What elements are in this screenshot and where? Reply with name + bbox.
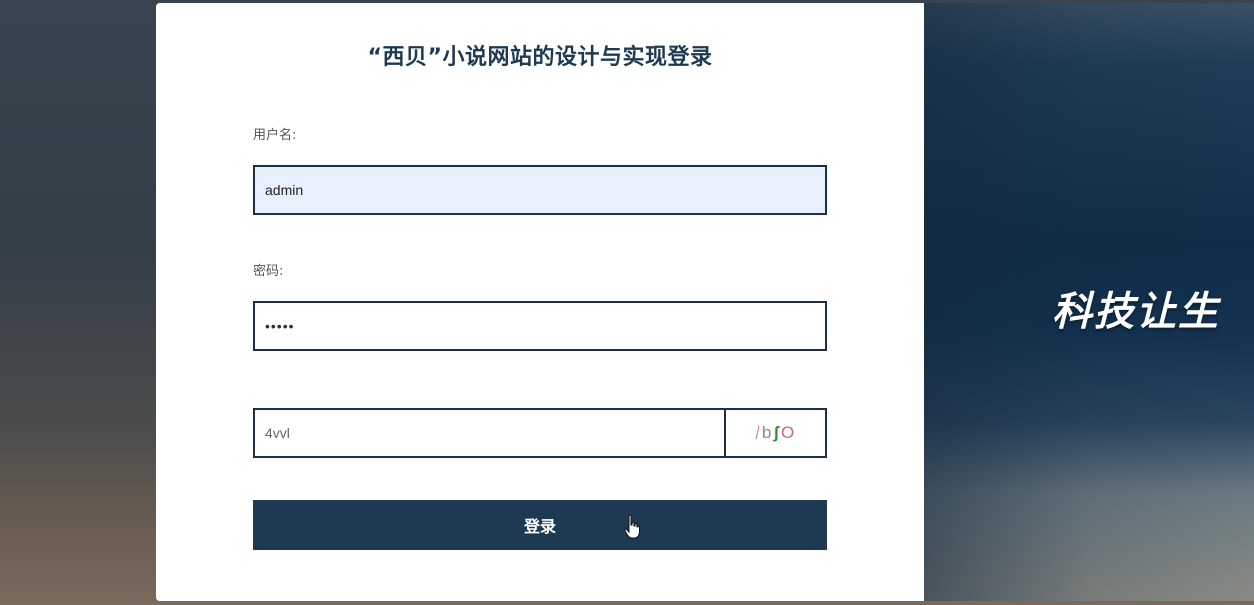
password-field-wrapper — [253, 301, 827, 351]
login-button[interactable]: 登录 — [253, 500, 827, 550]
page-title: “西贝”小说网站的设计与实现登录 — [367, 45, 713, 70]
banner-image-panel: 科技让生 — [924, 3, 1254, 601]
hand-cursor-icon — [624, 515, 640, 539]
captcha-char: b — [761, 423, 772, 442]
login-card: “西贝”小说网站的设计与实现登录 用户名: 密码: ⁄ b ʃ O 登录 科技让… — [156, 3, 1254, 601]
captcha-image[interactable]: ⁄ b ʃ O — [724, 410, 825, 456]
password-label: 密码: — [253, 264, 284, 279]
login-form-panel: “西贝”小说网站的设计与实现登录 用户名: 密码: ⁄ b ʃ O 登录 — [156, 3, 924, 601]
username-field-wrapper — [253, 165, 827, 215]
banner-slogan: 科技让生 — [1052, 289, 1220, 335]
captcha-row: ⁄ b ʃ O — [253, 408, 827, 458]
captcha-char: ʃ — [773, 423, 780, 442]
captcha-input[interactable] — [255, 410, 725, 456]
username-input[interactable] — [255, 167, 825, 213]
captcha-char: O — [781, 423, 795, 442]
username-label: 用户名: — [253, 128, 297, 143]
password-input[interactable] — [255, 303, 825, 349]
